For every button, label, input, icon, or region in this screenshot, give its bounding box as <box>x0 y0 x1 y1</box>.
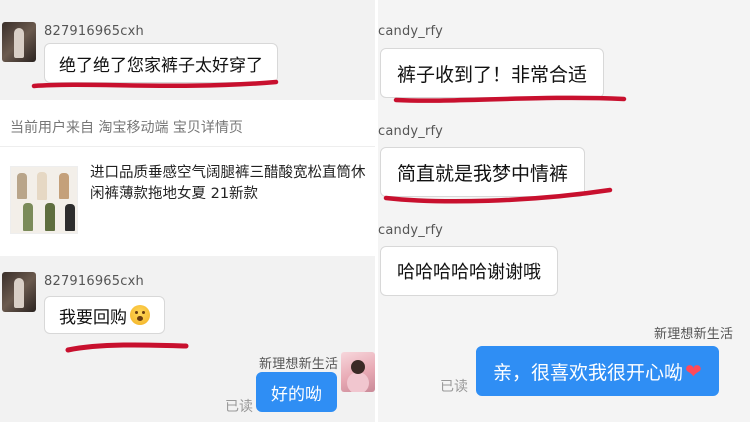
message-text: 亲，很喜欢我很开心呦 <box>493 361 684 384</box>
message-text: 绝了绝了您家裤子太好穿了 <box>59 55 263 76</box>
message-text: 我要回购 <box>59 307 127 328</box>
shop-avatar[interactable] <box>341 352 375 392</box>
customer-message-bubble[interactable]: 裤子收到了！非常合适 <box>380 48 605 98</box>
customer-username: candy_rfy <box>378 24 443 39</box>
customer-username: 827916965cxh <box>44 274 144 289</box>
customer-message-bubble[interactable]: 我要回购 <box>44 296 165 334</box>
shop-username: 新理想新生活 <box>259 357 339 372</box>
read-status: 已读 <box>440 379 468 395</box>
visitor-source-text: 当前用户来自 淘宝移动端 宝贝详情页 <box>10 120 243 136</box>
message-text: 裤子收到了！非常合适 <box>397 63 588 86</box>
customer-message-bubble[interactable]: 绝了绝了您家裤子太好穿了 <box>44 43 278 83</box>
card-divider <box>0 146 375 147</box>
message-text: 好的呦 <box>271 384 322 405</box>
shop-username: 新理想新生活 <box>654 327 734 342</box>
shop-reply-bubble[interactable]: 亲，很喜欢我很开心呦 ❤ <box>476 346 719 396</box>
message-text: 哈哈哈哈哈谢谢哦 <box>397 262 541 283</box>
red-heart-icon: ❤ <box>685 359 702 383</box>
customer-avatar[interactable] <box>2 22 36 62</box>
customer-message-bubble[interactable]: 简直就是我梦中情裤 <box>380 147 586 197</box>
message-text: 简直就是我梦中情裤 <box>397 162 569 185</box>
product-title[interactable]: 进口品质垂感空气阔腿裤三醋酸宽松直筒休闲裤薄款拖地女夏 21新款 <box>90 163 370 205</box>
product-thumbnail[interactable] <box>10 166 78 234</box>
customer-username: candy_rfy <box>378 223 443 238</box>
astonished-face-emoji-icon <box>130 305 150 325</box>
customer-message-bubble[interactable]: 哈哈哈哈哈谢谢哦 <box>380 246 558 296</box>
shop-reply-bubble[interactable]: 好的呦 <box>256 372 337 412</box>
left-chat-panel: 827916965cxh 绝了绝了您家裤子太好穿了 当前用户来自 淘宝移动端 宝… <box>0 0 375 422</box>
customer-username: candy_rfy <box>378 124 443 139</box>
right-chat-panel: candy_rfy 裤子收到了！非常合适 candy_rfy 简直就是我梦中情裤… <box>378 0 750 422</box>
read-status: 已读 <box>225 399 253 415</box>
customer-avatar[interactable] <box>2 272 36 312</box>
red-underline-annotation <box>65 342 189 353</box>
customer-username: 827916965cxh <box>44 24 144 39</box>
